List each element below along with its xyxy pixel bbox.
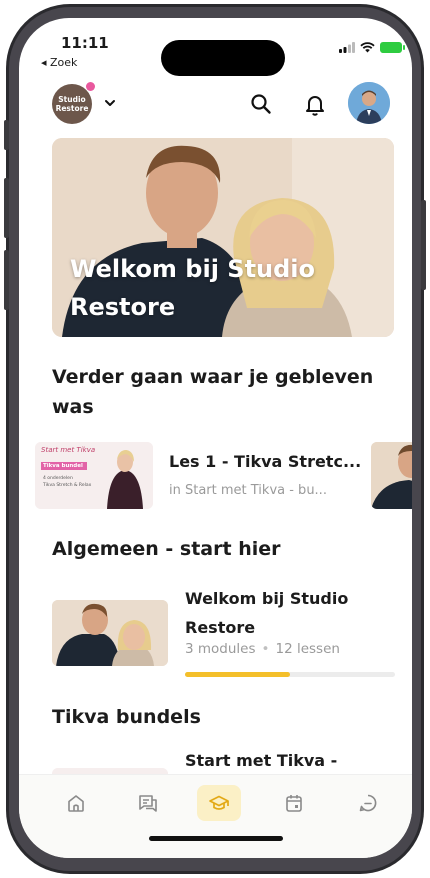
next-continue-card[interactable] xyxy=(371,442,412,509)
bundle-course-title[interactable]: Start met Tikva - xyxy=(185,751,337,770)
app-header: Studio Restore xyxy=(19,82,412,130)
mute-switch xyxy=(4,120,9,150)
tab-home[interactable] xyxy=(54,785,98,821)
status-time: 11:11 xyxy=(61,34,109,52)
dynamic-island xyxy=(161,40,285,76)
logo-line-1: Studio xyxy=(58,95,86,104)
course-thumbnail[interactable] xyxy=(52,600,168,666)
tab-messages[interactable] xyxy=(346,785,390,821)
notification-dot xyxy=(86,82,95,91)
bell-icon[interactable] xyxy=(303,92,327,116)
battery-icon xyxy=(380,42,405,53)
next-card-image xyxy=(371,442,412,509)
chat-icon xyxy=(359,794,377,812)
course-lessons: 12 lessen xyxy=(275,641,340,657)
tab-feed[interactable] xyxy=(126,785,170,821)
logo-line-2: Restore xyxy=(55,104,89,113)
home-icon xyxy=(68,795,84,812)
power-button xyxy=(421,200,426,290)
bundles-heading: Tikva bundels xyxy=(52,706,201,728)
course-image xyxy=(52,600,168,666)
avatar-image xyxy=(348,82,390,124)
app-screen: 11:11 ◂ Zoek Studio Restore Welkom bij S… xyxy=(19,18,412,858)
bottom-tab-bar xyxy=(19,774,412,858)
home-indicator[interactable] xyxy=(149,836,283,841)
continue-heading: Verder gaan waar je gebleven was xyxy=(52,366,374,418)
feed-icon xyxy=(139,795,157,812)
user-avatar[interactable] xyxy=(348,82,390,124)
calendar-icon xyxy=(286,795,302,812)
search-icon[interactable] xyxy=(249,92,273,116)
continue-lesson-title[interactable]: Les 1 - Tikva Stretc... xyxy=(169,452,369,471)
course-meta: 3 modules • 12 lessen xyxy=(185,641,340,657)
thumbnail-sub2: Tikva Stretch & Relax xyxy=(43,483,92,488)
volume-up-button xyxy=(4,178,9,238)
course-title[interactable]: Welkom bij Studio Restore xyxy=(185,584,385,642)
back-to-app-link[interactable]: ◂ Zoek xyxy=(41,56,77,69)
thumbnail-script: Start met Tikva xyxy=(41,446,96,454)
algemeen-heading: Algemeen - start hier xyxy=(52,538,281,560)
tab-courses[interactable] xyxy=(197,785,241,821)
course-progress-fill xyxy=(185,672,290,677)
hero-title: Welkom bij Studio Restore xyxy=(70,255,316,321)
graduation-cap-icon xyxy=(209,795,229,810)
volume-down-button xyxy=(4,250,9,310)
course-modules: 3 modules xyxy=(185,641,256,657)
community-logo[interactable]: Studio Restore xyxy=(52,84,92,124)
course-progress-bar xyxy=(185,672,395,677)
continue-lesson-subtitle: in Start met Tikva - bu... xyxy=(169,483,327,498)
tab-calendar[interactable] xyxy=(272,785,316,821)
continue-thumbnail[interactable]: Start met Tikva Tikva bundel 4 onderdele… xyxy=(35,442,153,509)
status-icons xyxy=(339,42,405,53)
status-bar: 11:11 ◂ Zoek xyxy=(19,18,412,76)
meta-separator: • xyxy=(261,641,270,657)
hero-banner[interactable]: Welkom bij Studio Restore xyxy=(52,138,394,337)
chevron-down-icon[interactable] xyxy=(103,96,117,110)
wifi-icon xyxy=(360,42,375,53)
thumbnail-sub1: 4 onderdelen xyxy=(43,476,73,481)
thumbnail-label: Tikva bundel xyxy=(43,463,83,469)
signal-icon xyxy=(339,42,355,53)
